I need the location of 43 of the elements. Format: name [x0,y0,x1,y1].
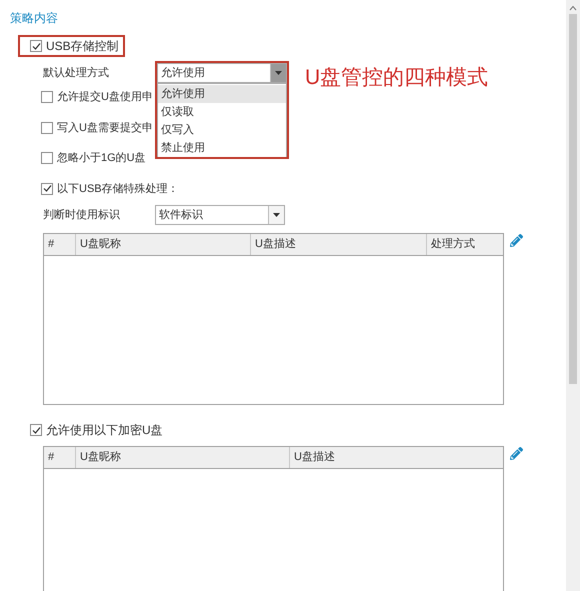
dropdown-option[interactable]: 允许使用 [158,85,286,103]
checkbox[interactable] [30,40,42,52]
checkbox-label: 忽略小于1G的U盘 [57,151,146,166]
checkbox[interactable] [41,122,53,134]
checkmark-icon [42,184,52,194]
scrollbar-thumb[interactable] [569,14,577,384]
scrollbar[interactable] [566,0,580,591]
annotation-text: U盘管控的四种模式 [305,65,488,91]
dropdown-option[interactable]: 禁止使用 [158,139,286,157]
column-header: 处理方式 [426,234,503,255]
column-header: U盘昵称 [75,447,289,468]
edit-icon[interactable] [510,234,523,247]
dropdown-select[interactable]: 允许使用 [157,63,287,83]
checkbox[interactable] [41,91,53,104]
checkbox[interactable] [30,424,42,436]
checkbox-label: 写入U盘需要提交申 [57,120,153,136]
caret-icon [273,213,280,217]
edit-icon[interactable] [510,447,523,460]
column-header: U盘描述 [289,447,503,468]
dropdown-option[interactable]: 仅读取 [158,103,286,121]
checkmark-icon [32,426,40,434]
checkbox[interactable] [41,182,53,195]
checkbox-label: 以下USB存储特殊处理： [57,182,179,196]
column-header: # [47,237,56,252]
checkbox-label: USB存储控制 [46,38,119,55]
dropdown-option[interactable]: 仅写入 [158,121,286,139]
dropdown-arrow-button[interactable] [270,64,286,82]
dropdown-arrow-button[interactable] [268,206,284,224]
checkmark-icon [32,42,40,50]
select-value: 软件标识 [159,208,203,223]
section-title: 策略内容 [10,10,59,27]
column-header: # [47,450,56,466]
field-label: 判断时使用标识 [43,208,121,223]
column-header: U盘昵称 [75,234,250,255]
scroll-up-icon[interactable] [569,5,577,11]
checkbox[interactable] [41,152,53,164]
field-label: 默认处理方式 [43,66,110,81]
checkbox-label: 允许提交U盘使用申 [57,90,153,105]
caret-icon [275,71,282,75]
select-value: 允许使用 [161,66,205,81]
column-header: U盘描述 [250,234,426,255]
dropdown-select[interactable]: 软件标识 [155,205,285,225]
checkbox-label: 允许使用以下加密U盘 [46,422,163,439]
